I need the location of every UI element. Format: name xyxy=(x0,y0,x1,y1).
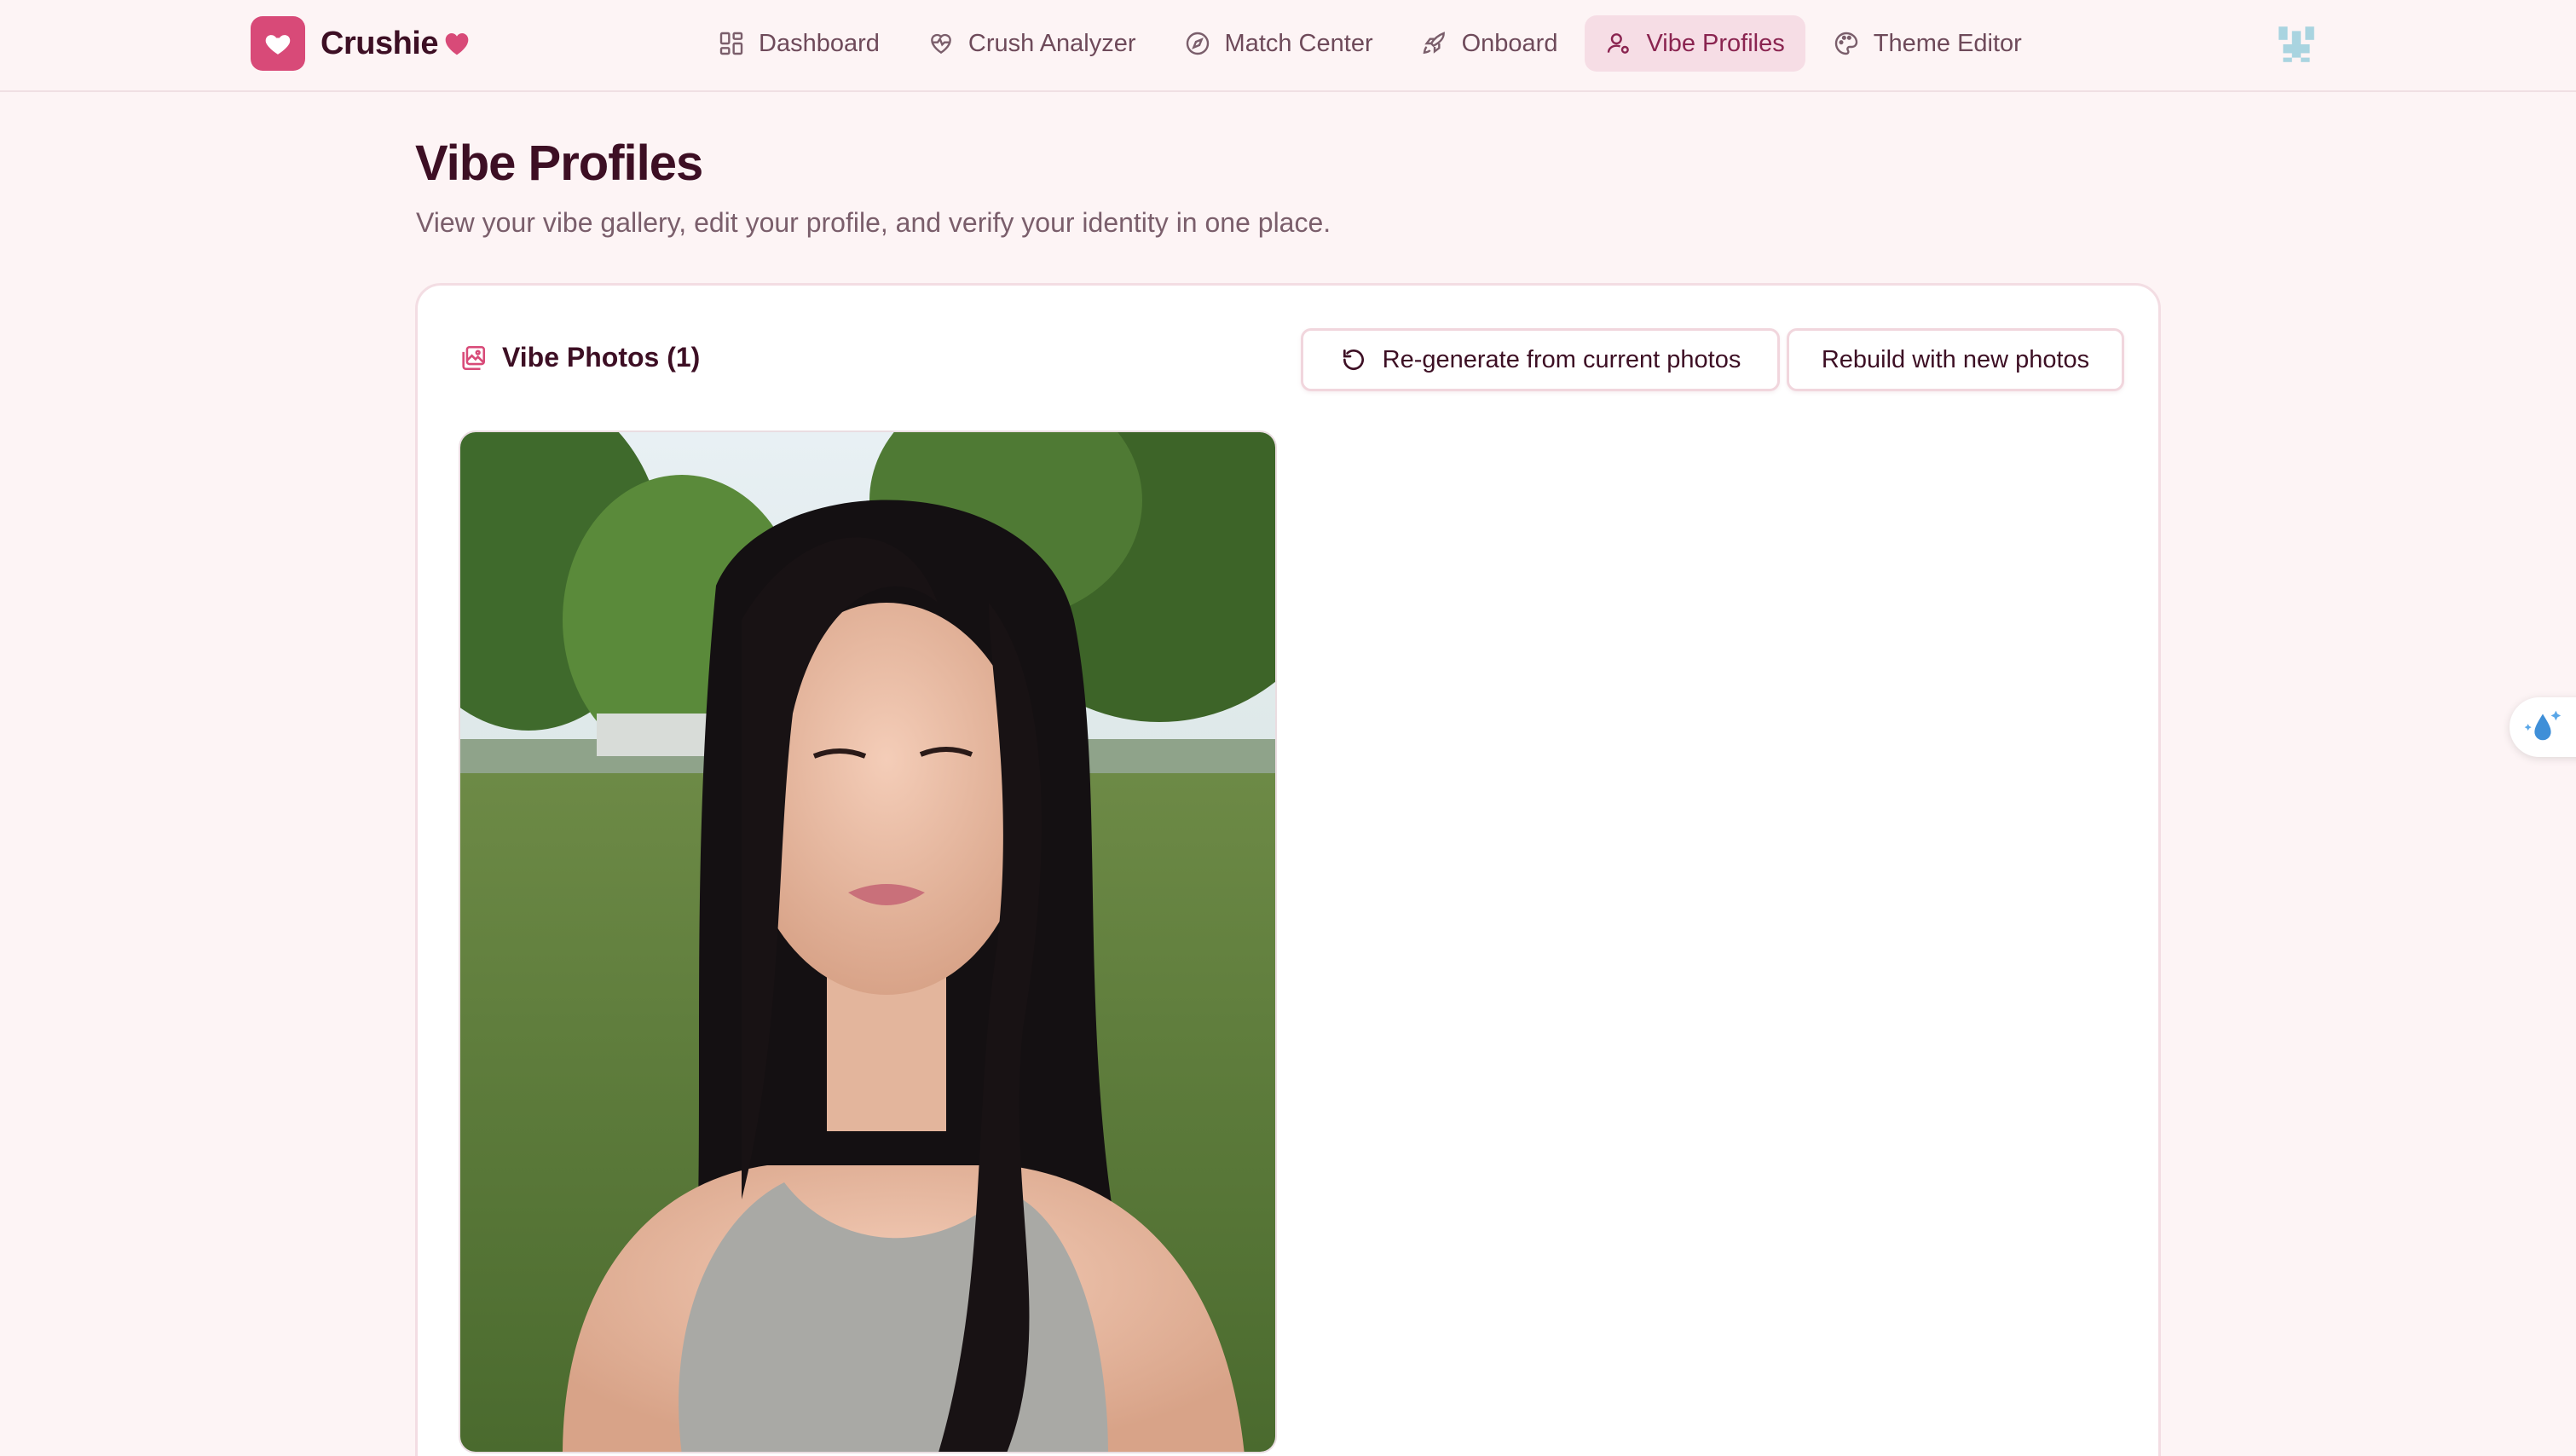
brand[interactable]: Crushie xyxy=(251,16,471,71)
page-title: Vibe Profiles xyxy=(415,136,703,191)
main-nav: Dashboard Crush Analyzer Match Center On… xyxy=(697,15,2049,72)
refresh-icon xyxy=(1340,346,1367,373)
nav-item-dashboard[interactable]: Dashboard xyxy=(697,15,900,72)
nav-item-theme-editor[interactable]: Theme Editor xyxy=(1812,15,2042,72)
sparkle-drop-icon xyxy=(2521,707,2564,748)
nav-item-onboard[interactable]: Onboard xyxy=(1401,15,1579,72)
nav-label: Onboard xyxy=(1461,29,1558,57)
grid-icon xyxy=(718,30,745,57)
brand-logo-icon xyxy=(251,16,305,71)
nav-item-match-center[interactable]: Match Center xyxy=(1164,15,1394,72)
vibe-photos-title: Vibe Photos (1) xyxy=(502,342,701,373)
rebuild-label: Rebuild with new photos xyxy=(1821,345,2090,373)
user-avatar[interactable] xyxy=(2274,22,2319,66)
compass-icon xyxy=(1184,30,1211,57)
vibe-photo[interactable] xyxy=(459,430,1277,1453)
rebuild-button[interactable]: Rebuild with new photos xyxy=(1787,328,2124,391)
floating-assistant-button[interactable] xyxy=(2510,697,2576,757)
page-subtitle: View your vibe gallery, edit your profil… xyxy=(416,207,1331,238)
palette-icon xyxy=(1833,30,1860,57)
brand-name: Crushie xyxy=(321,25,438,61)
nav-item-crush-analyzer[interactable]: Crush Analyzer xyxy=(907,15,1157,72)
nav-item-vibe-profiles[interactable]: Vibe Profiles xyxy=(1585,15,1805,72)
rocket-icon xyxy=(1421,30,1448,57)
heart-pulse-icon xyxy=(927,30,955,57)
nav-label: Dashboard xyxy=(759,29,880,57)
nav-label: Crush Analyzer xyxy=(967,29,1136,57)
regenerate-button[interactable]: Re-generate from current photos xyxy=(1301,328,1780,391)
nav-label: Theme Editor xyxy=(1873,29,2022,57)
user-icon xyxy=(1605,30,1632,57)
heart-icon xyxy=(443,31,471,56)
vibe-photos-card: Vibe Photos (1) Re-generate from current… xyxy=(415,283,2161,1456)
photos-stack-icon xyxy=(459,344,488,373)
nav-label: Match Center xyxy=(1224,29,1373,57)
top-navigation-bar: Crushie Dashboard Crush Analyzer Match C… xyxy=(0,0,2576,92)
regenerate-label: Re-generate from current photos xyxy=(1382,345,1741,373)
nav-label: Vibe Profiles xyxy=(1646,29,1785,57)
